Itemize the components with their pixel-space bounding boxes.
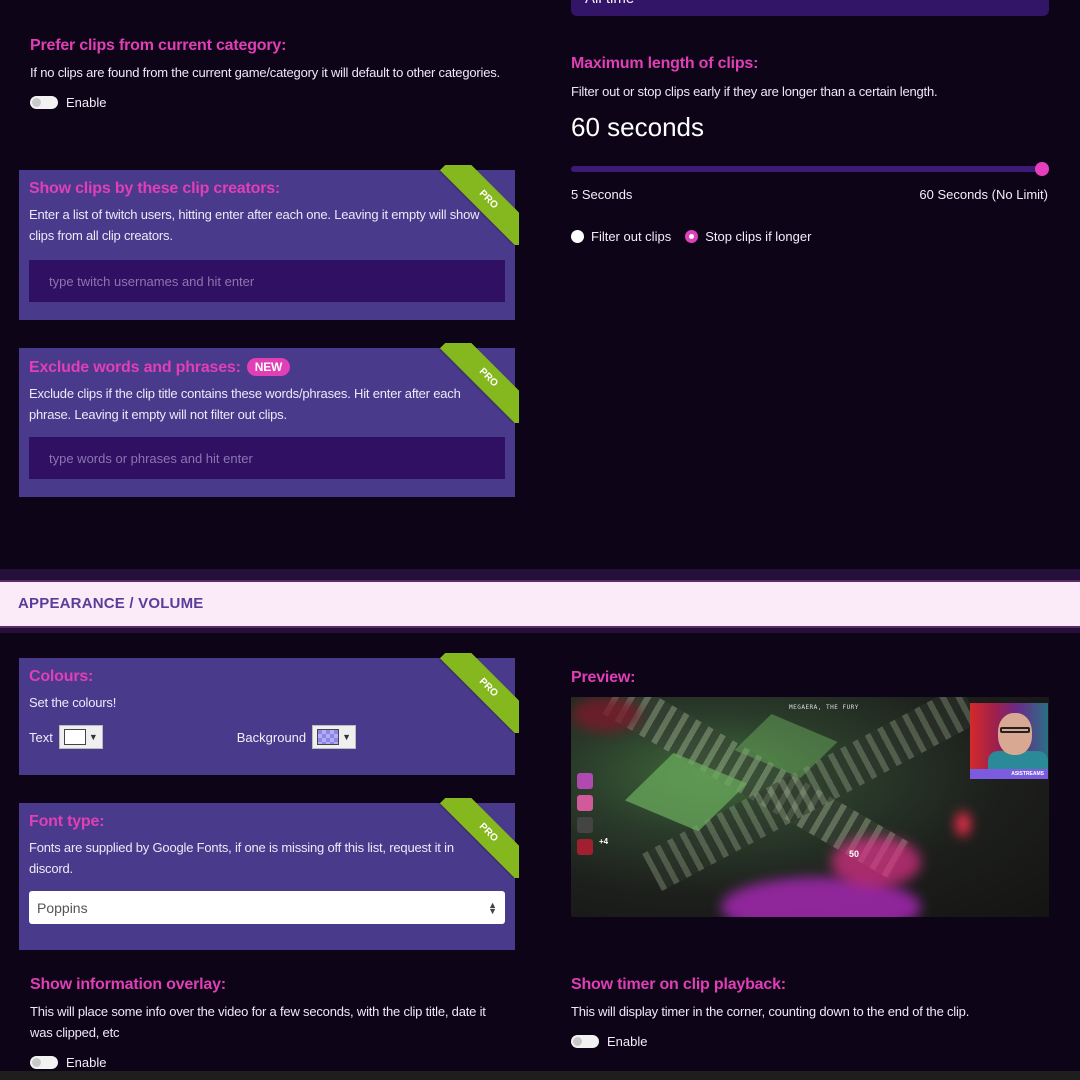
caret-down-icon: ▼ <box>342 732 352 742</box>
clip-creators-card: PRO Show clips by these clip creators: E… <box>19 165 519 320</box>
pro-ribbon-label: PRO <box>439 798 519 878</box>
webcam-streamer-tag: ASISTREAMS <box>970 769 1048 779</box>
background-colour-swatch <box>317 729 340 745</box>
preview-glow <box>831 837 921 887</box>
background-colour-label: Background <box>236 729 307 745</box>
clip-creators-input[interactable] <box>29 260 505 302</box>
bottom-bar <box>0 1071 1080 1080</box>
pro-ribbon: PRO <box>439 165 519 245</box>
slider-thumb[interactable] <box>1035 162 1049 176</box>
pro-ribbon: PRO <box>439 343 519 423</box>
preview-webcam: ASISTREAMS <box>970 703 1048 779</box>
toggle-label: Enable <box>66 1055 107 1070</box>
slider-max-label: 60 Seconds (No Limit) <box>919 187 1048 202</box>
max-length-section: Maximum length of clips: Filter out or s… <box>571 55 1051 143</box>
preview-glow <box>571 697 641 732</box>
text-colour-label: Text <box>29 729 53 745</box>
pro-ribbon-label: PRO <box>439 653 519 733</box>
font-type-title: Font type: <box>29 813 105 830</box>
exclude-words-description: Exclude clips if the clip title contains… <box>29 386 461 422</box>
pro-ribbon: PRO <box>439 798 519 878</box>
webcam-face <box>998 713 1032 755</box>
timer-title: Show timer on clip playback: <box>571 976 786 993</box>
select-arrows-icon: ▲ ▼ <box>488 899 497 916</box>
colours-description: Set the colours! <box>29 695 117 710</box>
exclude-words-input[interactable] <box>29 437 505 479</box>
exclude-words-title: Exclude words and phrases: NEW <box>29 358 505 377</box>
clip-length-mode: Filter out clips Stop clips if longer <box>571 229 811 244</box>
time-range-select[interactable]: All time <box>571 0 1049 16</box>
font-type-selected: Poppins <box>37 899 88 916</box>
background-colour-picker[interactable]: ▼ <box>312 725 357 749</box>
timer-toggle[interactable]: Enable <box>571 1034 1051 1049</box>
prefer-category-toggle[interactable]: Enable <box>30 95 500 110</box>
section-header: APPEARANCE / VOLUME <box>0 580 1080 628</box>
clip-creators-title: Show clips by these clip creators: <box>29 180 281 197</box>
clip-creators-description: Enter a list of twitch users, hitting en… <box>29 207 480 243</box>
preview-hud <box>575 767 599 887</box>
pro-ribbon-label: PRO <box>439 343 519 423</box>
toggle-label: Enable <box>607 1034 648 1049</box>
preview-boss-name: MEGAERA, THE FURY <box>789 704 859 711</box>
colours-title: Colours: <box>29 668 94 685</box>
pro-ribbon-label: PRO <box>439 165 519 245</box>
font-type-card: PRO Font type: Fonts are supplied by Goo… <box>19 798 519 950</box>
preview-title: Preview: <box>571 669 636 686</box>
max-length-value: 60 seconds <box>571 112 704 142</box>
max-length-description: Filter out or stop clips early if they a… <box>571 84 938 99</box>
preview-video[interactable]: MEGAERA, THE FURY +4 50 ASISTREAMS <box>571 697 1049 917</box>
radio-label: Filter out clips <box>591 229 672 244</box>
timer-description: This will display timer in the corner, c… <box>571 1004 970 1019</box>
info-overlay-description: This will place some info over the video… <box>30 1004 486 1040</box>
preview-glow <box>956 812 970 836</box>
radio-label: Stop clips if longer <box>705 229 812 244</box>
toggle-switch-icon[interactable] <box>571 1035 599 1048</box>
caret-down-icon: ▼ <box>88 732 98 742</box>
radio-filter-out[interactable]: Filter out clips <box>571 229 671 244</box>
colours-card: PRO Colours: Set the colours! Text ▼ Bac… <box>19 653 519 775</box>
pro-ribbon: PRO <box>439 653 519 733</box>
prefer-category-description: If no clips are found from the current g… <box>30 65 500 80</box>
prefer-category-title: Prefer clips from current category: <box>30 37 287 54</box>
exclude-words-card: PRO Exclude words and phrases: NEW Exclud… <box>19 343 519 497</box>
font-type-select[interactable]: Poppins ▲ ▼ <box>29 891 505 924</box>
slider-min-label: 5 Seconds <box>571 187 633 202</box>
text-colour-picker[interactable]: ▼ <box>58 725 103 749</box>
radio-selected-icon[interactable] <box>685 230 699 243</box>
timer-section: Show timer on clip playback: This will d… <box>571 976 1051 1049</box>
font-type-description: Fonts are supplied by Google Fonts, if o… <box>29 840 454 876</box>
preview-damage-number: 50 <box>849 849 860 859</box>
time-range-select-value: All time <box>585 0 634 7</box>
toggle-switch-icon[interactable] <box>30 96 58 109</box>
webcam-glasses <box>1000 727 1030 733</box>
exclude-words-title-text: Exclude words and phrases: <box>29 359 241 376</box>
radio-stop-clips[interactable]: Stop clips if longer <box>685 229 811 244</box>
new-badge: NEW <box>246 358 291 376</box>
info-overlay-section: Show information overlay: This will plac… <box>30 976 500 1070</box>
max-length-slider[interactable] <box>571 162 1049 176</box>
prefer-category-section: Prefer clips from current category: If n… <box>30 37 500 110</box>
info-overlay-toggle[interactable]: Enable <box>30 1055 500 1070</box>
info-overlay-title: Show information overlay: <box>30 976 226 993</box>
preview-hud-value: +4 <box>599 837 609 846</box>
text-colour-swatch <box>63 729 86 745</box>
colour-pickers: Text ▼ Background ▼ <box>29 725 505 749</box>
radio-unselected-icon[interactable] <box>571 230 584 243</box>
max-length-title: Maximum length of clips: <box>571 55 759 72</box>
toggle-label: Enable <box>66 95 107 110</box>
toggle-switch-icon[interactable] <box>30 1056 58 1069</box>
